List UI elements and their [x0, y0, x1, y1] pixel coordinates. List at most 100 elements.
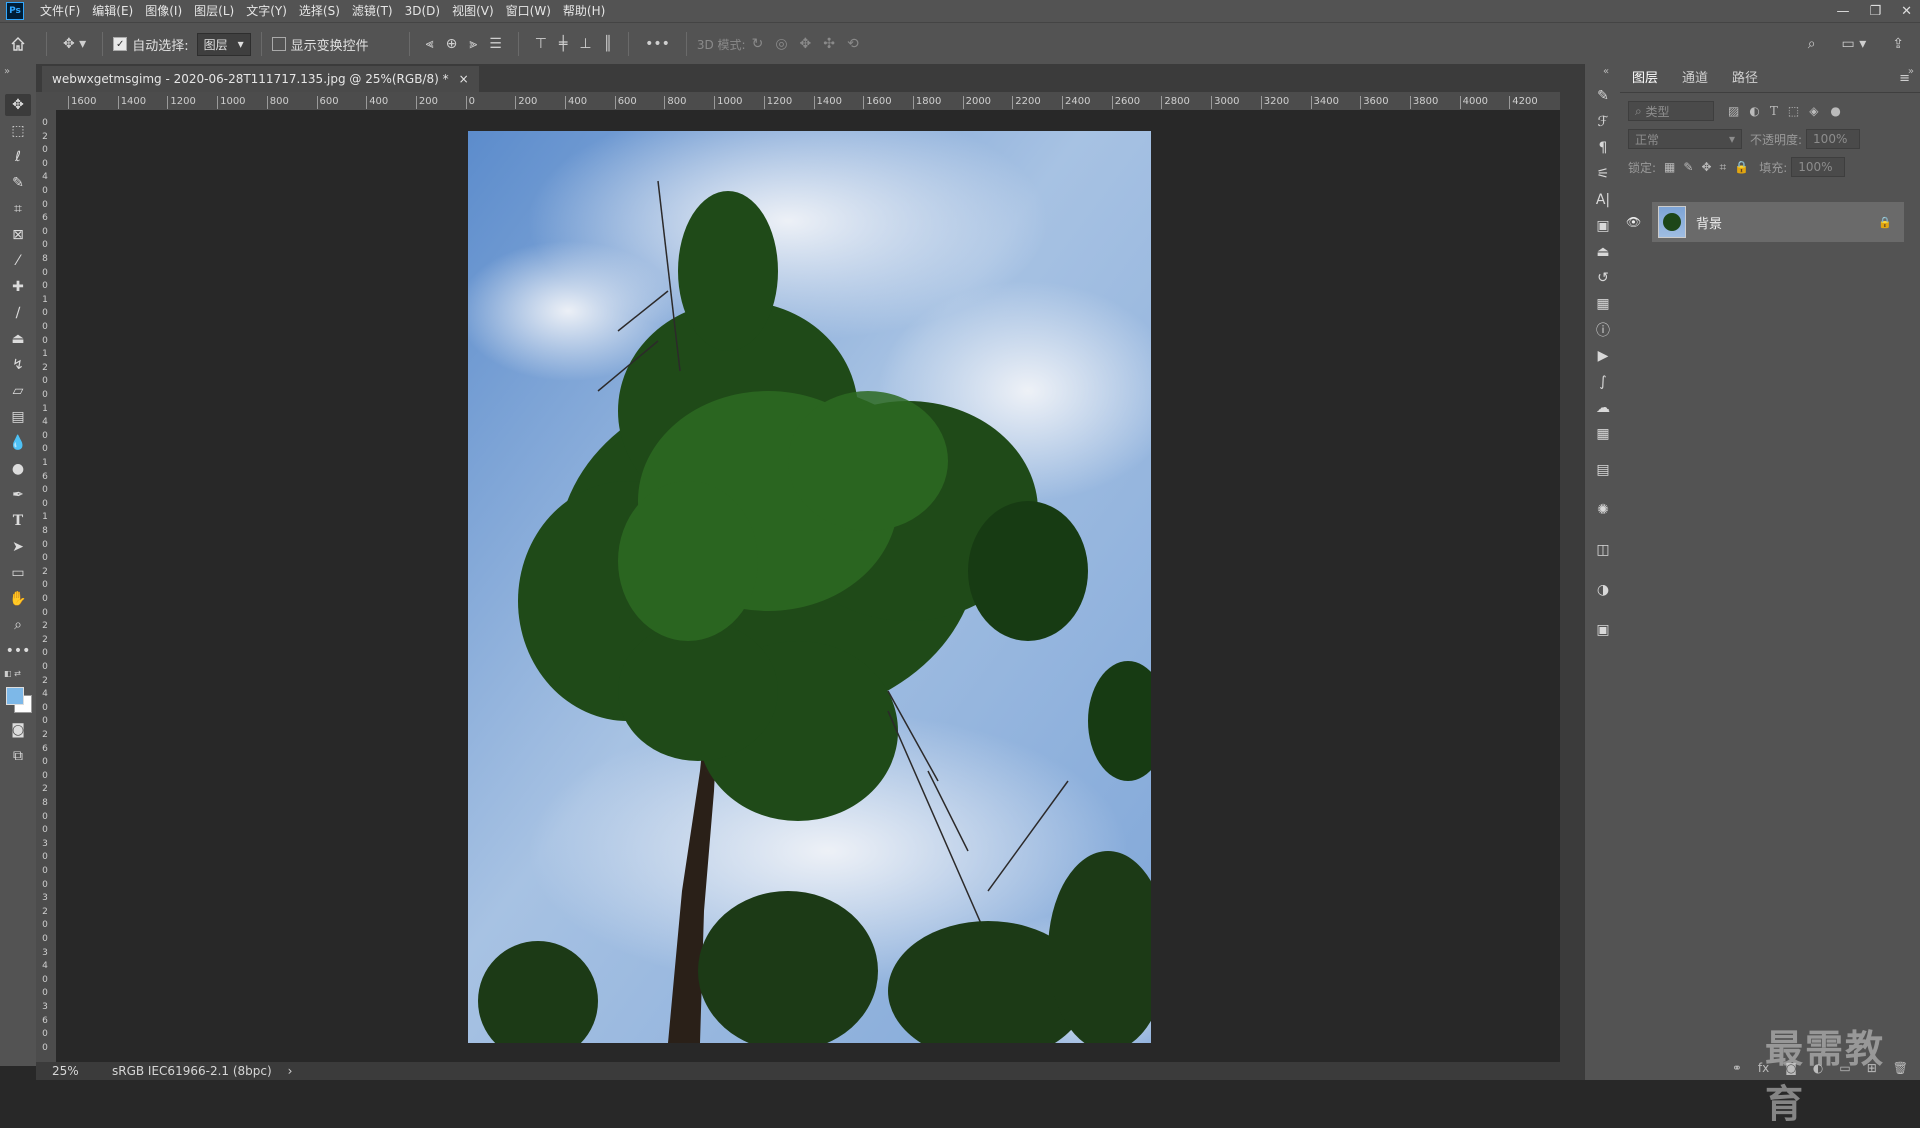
lock-transparent-icon[interactable]: ▦ [1664, 160, 1675, 174]
blend-mode-dropdown[interactable]: 正常 ▾ [1628, 129, 1742, 149]
menu-layer[interactable]: 图层(L) [188, 0, 240, 22]
pen-tool-icon[interactable]: ✒ [5, 484, 31, 506]
align-left-icon[interactable]: ⫷ [426, 36, 434, 52]
collapse-panel-icon[interactable]: » [1908, 66, 1914, 77]
filter-pixel-icon[interactable]: ▨ [1728, 104, 1739, 118]
fill-input[interactable]: 100% [1791, 157, 1846, 177]
3d-panel-icon[interactable]: ☁ [1593, 398, 1613, 418]
swap-colors-icon[interactable]: ◧ ⇄ [4, 669, 21, 678]
filter-shape-icon[interactable]: ⬚ [1788, 104, 1799, 118]
zoom-level[interactable]: 25% [36, 1064, 102, 1078]
frame-tool-icon[interactable]: ⊠ [5, 224, 31, 246]
minimize-button[interactable]: — [1836, 4, 1849, 19]
type-tool-icon[interactable]: T [5, 510, 31, 532]
canvas-area[interactable] [56, 110, 1560, 1062]
distribute-v-icon[interactable]: ☰ [489, 36, 502, 52]
foreground-color-swatch[interactable] [6, 687, 24, 705]
tab-paths[interactable]: 路径 [1720, 67, 1770, 92]
paths-icon[interactable]: ∫ [1593, 372, 1613, 392]
3d-slide-icon[interactable]: ✣ [823, 36, 835, 52]
brush-settings-icon[interactable]: ✎ [1593, 86, 1613, 106]
history-brush-tool-icon[interactable]: ↯ [5, 354, 31, 376]
distribute-h-icon[interactable]: ║ [604, 36, 612, 52]
crop-tool-icon[interactable]: ⌗ [5, 198, 31, 220]
healing-brush-tool-icon[interactable]: ✚ [5, 276, 31, 298]
dodge-tool-icon[interactable]: ● [5, 458, 31, 480]
ruler-corner[interactable] [36, 92, 56, 110]
history-icon[interactable]: ↺ [1593, 268, 1613, 288]
swatches-icon[interactable]: ▣ [1593, 620, 1613, 640]
paragraph-icon[interactable]: ¶ [1593, 138, 1613, 158]
libraries-icon[interactable]: ▦ [1593, 294, 1613, 314]
menu-image[interactable]: 图像(I) [139, 0, 188, 22]
document-tab[interactable]: webwxgetmsgimg - 2020-06-28T111717.135.j… [42, 66, 479, 92]
menu-type[interactable]: 文字(Y) [240, 0, 293, 22]
info-icon[interactable]: ⓘ [1593, 320, 1613, 340]
status-menu-arrow[interactable]: › [288, 1064, 293, 1078]
search-icon[interactable]: ⌕ [1808, 36, 1816, 52]
collapse-icon[interactable]: » [4, 66, 10, 77]
lock-position-icon[interactable]: ✥ [1701, 160, 1711, 174]
clone-source-icon[interactable]: ⏏ [1593, 242, 1613, 262]
more-options-button[interactable]: ••• [645, 36, 670, 52]
workspace-icon[interactable]: ▭ ▾ [1842, 36, 1867, 52]
auto-select-checkbox[interactable]: ✓ [113, 37, 128, 51]
3d-scale-icon[interactable]: ⟲ [847, 36, 859, 52]
horizontal-ruler[interactable]: 1600 1400 1200 1000 800 600 400 200 0 200 400 600 80… [56, 92, 1560, 111]
close-tab-icon[interactable]: × [459, 72, 469, 86]
hand-tool-icon[interactable]: ✋ [5, 588, 31, 610]
align-middle-v-icon[interactable]: ╪ [559, 36, 567, 52]
document-image[interactable] [468, 131, 1151, 1043]
menu-help[interactable]: 帮助(H) [557, 0, 611, 22]
character-icon[interactable]: A| [1593, 190, 1613, 210]
lock-all-icon[interactable]: 🔒 [1734, 160, 1749, 174]
menu-view[interactable]: 视图(V) [446, 0, 500, 22]
path-select-tool-icon[interactable]: ➤ [5, 536, 31, 558]
visibility-eye-icon[interactable]: 👁 [1626, 215, 1641, 229]
link-layers-icon[interactable]: ⚭ [1732, 1061, 1742, 1075]
align-center-h-icon[interactable]: ⊕ [446, 36, 458, 52]
filter-kind-dropdown[interactable]: ⌕ 类型 [1628, 101, 1714, 121]
screen-mode-icon[interactable]: ⧉ [5, 745, 31, 767]
restore-button[interactable]: ❐ [1869, 4, 1881, 19]
align-top-icon[interactable]: ⊤ [535, 36, 547, 52]
lock-image-icon[interactable]: ✎ [1683, 160, 1693, 174]
align-bottom-icon[interactable]: ⊥ [579, 36, 591, 52]
vertical-ruler[interactable]: 0 2 0 0 4 0 0 6 0 0 8 0 0 1 0 0 0 1 2 0 0 1 4 0 0 1 6 0 0 1 8 0 0 2 0 0 0 2 2 0… [36, 110, 57, 1066]
tab-channels[interactable]: 通道 [1670, 67, 1720, 92]
marquee-tool-icon[interactable]: ⬚ [5, 120, 31, 142]
edit-toolbar-icon[interactable]: ••• [5, 640, 31, 662]
filter-smart-object-icon[interactable]: ◈ [1809, 104, 1818, 118]
adjustments-icon[interactable]: ⚟ [1593, 164, 1613, 184]
3d-orbit-icon[interactable]: ↻ [752, 36, 764, 52]
opacity-input[interactable]: 100% [1806, 129, 1861, 149]
actions-play-icon[interactable]: ▶ [1593, 346, 1613, 366]
canvas-vertical-scrollbar[interactable] [1560, 92, 1584, 1062]
navigator-icon[interactable]: ✺ [1593, 500, 1613, 520]
layer-name[interactable]: 背景 [1696, 213, 1722, 232]
layer-row-background[interactable]: 👁 背景 🔒 [1626, 202, 1904, 242]
layer-lock-icon[interactable]: 🔒 [1878, 216, 1892, 229]
color-icon[interactable]: ◑ [1593, 580, 1613, 600]
brush-tool-icon[interactable]: ∕ [5, 302, 31, 324]
notes-icon[interactable]: ▤ [1593, 460, 1613, 480]
collapse-strip-icon[interactable]: « [1603, 66, 1609, 77]
zoom-tool-icon[interactable]: ⌕ [5, 614, 31, 636]
lasso-tool-icon[interactable]: ℓ [5, 146, 31, 168]
home-icon[interactable] [0, 36, 36, 52]
move-tool-icon[interactable]: ✥ [5, 94, 31, 116]
eyedropper-tool-icon[interactable]: ⁄ [5, 250, 31, 272]
eraser-tool-icon[interactable]: ▱ [5, 380, 31, 402]
menu-select[interactable]: 选择(S) [293, 0, 346, 22]
clone-stamp-tool-icon[interactable]: ⏏ [5, 328, 31, 350]
3d-pan-icon[interactable]: ✥ [800, 36, 812, 52]
rectangle-tool-icon[interactable]: ▭ [5, 562, 31, 584]
menu-filter[interactable]: 滤镜(T) [346, 0, 399, 22]
quick-mask-icon[interactable]: ◙ [5, 719, 31, 741]
filter-toggle-icon[interactable]: ● [1830, 104, 1840, 118]
3d-roll-icon[interactable]: ◎ [775, 36, 787, 52]
lock-artboard-icon[interactable]: ⌗ [1720, 160, 1727, 175]
menu-window[interactable]: 窗口(W) [500, 0, 557, 22]
menu-edit[interactable]: 编辑(E) [86, 0, 139, 22]
table-icon[interactable]: ▦ [1593, 424, 1613, 444]
